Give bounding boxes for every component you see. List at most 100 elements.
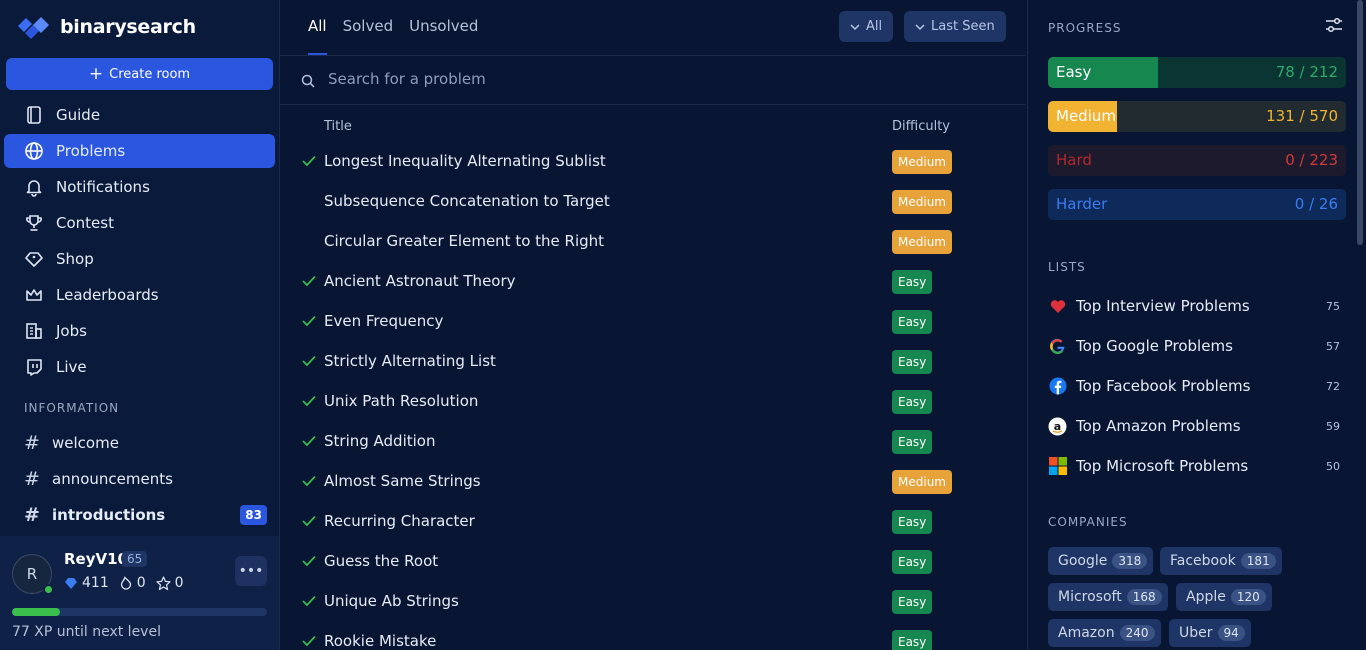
table-row[interactable]: Recurring Character Easy: [280, 502, 1026, 542]
channel-list: # welcome # announcements # introduction…: [4, 425, 275, 533]
table-row[interactable]: Ancient Astronaut Theory Easy: [280, 262, 1026, 302]
difficulty-badge: Easy: [892, 310, 933, 334]
more-options-button[interactable]: •••: [235, 556, 267, 586]
difficulty-badge: Medium: [892, 230, 952, 254]
problem-title[interactable]: String Addition: [324, 432, 435, 450]
tab-all[interactable]: All: [308, 0, 327, 55]
sidebar-item-leaderboards[interactable]: Leaderboards: [4, 278, 275, 312]
difficulty-badge: Easy: [892, 630, 933, 650]
company-name: Apple: [1186, 589, 1226, 605]
problem-title[interactable]: Longest Inequality Alternating Sublist: [324, 152, 606, 170]
table-row[interactable]: Strictly Alternating List Easy: [280, 342, 1026, 382]
difficulty-badge: Easy: [892, 270, 933, 294]
heart-icon: [1048, 297, 1067, 316]
list-top-facebook[interactable]: Top Facebook Problems 72: [1048, 371, 1346, 401]
logo[interactable]: binarysearch: [16, 12, 196, 42]
progress-bar-hard[interactable]: Hard 0 / 223: [1048, 145, 1346, 176]
bell-icon: [26, 180, 42, 197]
table-row[interactable]: Rookie Mistake Easy: [280, 622, 1026, 650]
companies-title: COMPANIES: [1048, 515, 1128, 529]
sidebar-item-notifications[interactable]: Notifications: [4, 170, 275, 204]
tab-solved[interactable]: Solved: [343, 0, 394, 55]
table-row[interactable]: Almost Same Strings Medium: [280, 462, 1026, 502]
diamond-icon: [25, 252, 43, 267]
progress-bar-medium[interactable]: Medium 131 / 570: [1048, 101, 1346, 132]
list-top-amazon[interactable]: a Top Amazon Problems 59: [1048, 411, 1346, 441]
sidebar-item-contest[interactable]: Contest: [4, 206, 275, 240]
channel-welcome[interactable]: # welcome: [4, 425, 275, 461]
search-input[interactable]: [328, 70, 928, 88]
progress-bar-harder[interactable]: Harder 0 / 26: [1048, 189, 1346, 220]
username[interactable]: ReyV10: [64, 550, 128, 568]
channel-announcements[interactable]: # announcements: [4, 461, 275, 497]
table-row[interactable]: Unix Path Resolution Easy: [280, 382, 1026, 422]
title-column-header[interactable]: Title: [324, 119, 352, 134]
sidebar-item-label: Notifications: [56, 178, 150, 196]
table-row[interactable]: Guess the Root Easy: [280, 542, 1026, 582]
plus-icon: +: [88, 64, 104, 84]
company-uber[interactable]: Uber 94: [1169, 619, 1251, 647]
progress-value: 78 / 212: [1275, 63, 1338, 81]
channel-introductions[interactable]: # introductions 83: [4, 497, 275, 533]
filter-label: Last Seen: [931, 19, 995, 34]
table-row[interactable]: Longest Inequality Alternating Sublist Me…: [280, 142, 1026, 182]
company-microsoft[interactable]: Microsoft 168: [1048, 583, 1168, 611]
sidebar-item-shop[interactable]: Shop: [4, 242, 275, 276]
page-scrollbar[interactable]: [1357, 0, 1363, 245]
problem-title[interactable]: Unique Ab Strings: [324, 592, 459, 610]
company-count: 94: [1217, 625, 1245, 641]
create-room-button[interactable]: + Create room: [6, 58, 273, 90]
company-google[interactable]: Google 318: [1048, 547, 1154, 575]
list-top-google[interactable]: Top Google Problems 57: [1048, 331, 1346, 361]
problem-title[interactable]: Strictly Alternating List: [324, 352, 496, 370]
list-top-microsoft[interactable]: Top Microsoft Problems 50: [1048, 451, 1346, 481]
list-label: Top Interview Problems: [1076, 297, 1250, 315]
sliders-icon[interactable]: [1325, 17, 1343, 33]
facebook-icon: [1048, 377, 1067, 396]
problem-title[interactable]: Rookie Mistake: [324, 632, 436, 650]
sidebar-item-problems[interactable]: Problems: [4, 134, 275, 168]
company-name: Uber: [1179, 625, 1213, 641]
problem-title[interactable]: Guess the Root: [324, 552, 438, 570]
list-top-interview[interactable]: Top Interview Problems 75: [1048, 291, 1346, 321]
problem-title[interactable]: Subsequence Concatenation to Target: [324, 192, 610, 210]
sidebar-item-live[interactable]: Live: [4, 350, 275, 384]
table-row[interactable]: Circular Greater Element to the Right Med…: [280, 222, 1026, 262]
company-facebook[interactable]: Facebook 181: [1160, 547, 1282, 575]
building-icon: [26, 323, 42, 339]
table-row[interactable]: String Addition Easy: [280, 422, 1026, 462]
table-row[interactable]: Subsequence Concatenation to Target Mediu…: [280, 182, 1026, 222]
difficulty-badge: Easy: [892, 550, 933, 574]
check-icon: [302, 515, 316, 527]
sidebar: binarysearch + Create room Guide Problem…: [0, 0, 280, 650]
company-amazon[interactable]: Amazon 240: [1048, 619, 1161, 647]
difficulty-badge: Medium: [892, 470, 952, 494]
sort-filter-button[interactable]: Last Seen: [904, 11, 1006, 42]
problem-title[interactable]: Unix Path Resolution: [324, 392, 478, 410]
company-apple[interactable]: Apple 120: [1176, 583, 1272, 611]
problem-title[interactable]: Recurring Character: [324, 512, 475, 530]
list-label: Top Facebook Problems: [1076, 377, 1251, 395]
sidebar-item-guide[interactable]: Guide: [4, 98, 275, 132]
check-icon: [302, 555, 316, 567]
progress-value: 0 / 26: [1294, 195, 1338, 213]
sidebar-item-jobs[interactable]: Jobs: [4, 314, 275, 348]
table-row[interactable]: Even Frequency Easy: [280, 302, 1026, 342]
difficulty-column-header[interactable]: Difficulty: [892, 119, 950, 134]
tab-unsolved[interactable]: Unsolved: [409, 0, 478, 55]
check-icon: [302, 355, 316, 367]
sidebar-item-label: Guide: [56, 106, 101, 124]
progress-label: Hard: [1056, 151, 1092, 169]
company-name: Microsoft: [1058, 589, 1122, 605]
fire-stat: 0: [119, 575, 146, 591]
difficulty-badge: Easy: [892, 590, 933, 614]
sidebar-item-label: Contest: [56, 214, 114, 232]
problem-title[interactable]: Even Frequency: [324, 312, 443, 330]
progress-bar-easy[interactable]: Easy 78 / 212: [1048, 57, 1346, 88]
list-label: Top Microsoft Problems: [1076, 457, 1249, 475]
problem-title[interactable]: Ancient Astronaut Theory: [324, 272, 516, 290]
problem-title[interactable]: Circular Greater Element to the Right: [324, 232, 604, 250]
difficulty-filter-button[interactable]: All: [839, 11, 894, 42]
problem-title[interactable]: Almost Same Strings: [324, 472, 481, 490]
table-row[interactable]: Unique Ab Strings Easy: [280, 582, 1026, 622]
